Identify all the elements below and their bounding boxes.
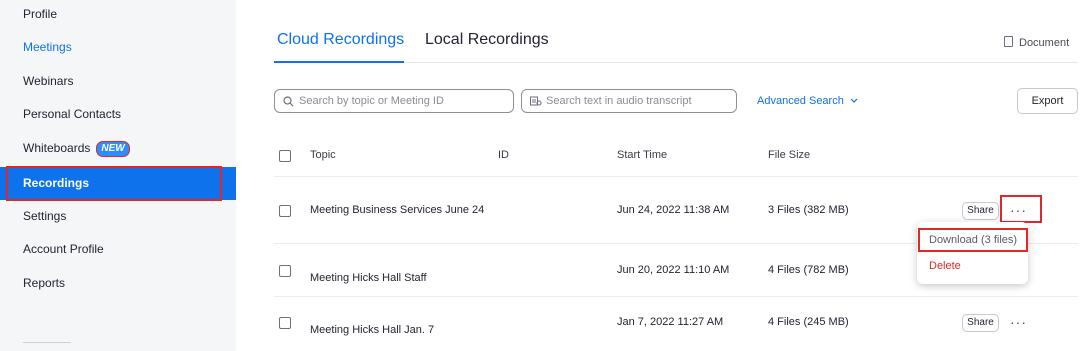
search-input[interactable]: Search by topic or Meeting ID <box>274 89 514 113</box>
recording-topic[interactable]: Meeting Hicks Hall Jan. 7 <box>310 322 434 338</box>
sidebar-item-label: Whiteboards <box>23 141 91 155</box>
recording-file-size[interactable]: 4 Files (245 MB) <box>768 314 849 330</box>
share-button[interactable]: Share <box>962 314 999 332</box>
tab-local-recordings[interactable]: Local Recordings <box>425 31 549 49</box>
share-button[interactable]: Share <box>962 202 999 220</box>
row-checkbox[interactable] <box>279 265 291 277</box>
delete-menu-item[interactable]: Delete <box>929 260 961 272</box>
sidebar-item-recordings[interactable]: Recordings <box>0 167 236 200</box>
advanced-search-link[interactable]: Advanced Search <box>757 95 858 107</box>
more-options-menu: Download (3 files) Delete <box>917 222 1028 284</box>
tab-cloud-recordings[interactable]: Cloud Recordings <box>277 31 404 49</box>
sidebar-item-profile[interactable]: Profile <box>0 0 236 31</box>
transcript-icon <box>530 96 542 106</box>
export-button[interactable]: Export <box>1017 88 1078 114</box>
sidebar-item-whiteboards[interactable]: Whiteboards NEW <box>0 132 236 165</box>
search-icon <box>283 96 294 107</box>
document-link[interactable]: Document <box>1004 36 1069 49</box>
document-label: Document <box>1019 37 1070 49</box>
download-menu-item[interactable]: Download (3 files) <box>929 234 1017 246</box>
more-options-icon[interactable]: ··· <box>1010 203 1027 217</box>
recording-start-time: Jan 7, 2022 11:27 AM <box>617 316 724 328</box>
sidebar-item-reports[interactable]: Reports <box>0 267 236 300</box>
row-divider <box>274 296 1078 297</box>
document-icon <box>1004 36 1013 47</box>
row-divider <box>274 176 1078 177</box>
recording-topic[interactable]: Meeting Business Services June 24 <box>310 202 485 218</box>
recording-file-size[interactable]: 4 Files (782 MB) <box>768 262 849 278</box>
sidebar-divider <box>23 342 71 343</box>
recording-file-size[interactable]: 3 Files (382 MB) <box>768 202 849 218</box>
sidebar-item-account-profile[interactable]: Account Profile <box>0 233 236 266</box>
sidebar-item-personal-contacts[interactable]: Personal Contacts <box>0 98 236 131</box>
transcript-placeholder: Search text in audio transcript <box>546 95 692 107</box>
column-header-start-time: Start Time <box>617 149 668 161</box>
recording-topic[interactable]: Meeting Hicks Hall Staff <box>310 270 427 286</box>
column-header-id: ID <box>498 149 509 161</box>
recording-start-time: Jun 20, 2022 11:10 AM <box>617 264 730 276</box>
active-tab-indicator <box>274 61 404 63</box>
search-placeholder: Search by topic or Meeting ID <box>299 95 444 107</box>
column-header-file-size: File Size <box>768 149 811 161</box>
row-checkbox[interactable] <box>279 317 291 329</box>
row-checkbox[interactable] <box>279 205 291 217</box>
advanced-search-label: Advanced Search <box>757 95 844 107</box>
new-badge: NEW <box>96 140 130 157</box>
select-all-checkbox[interactable] <box>279 150 291 162</box>
sidebar-item-meetings[interactable]: Meetings <box>0 31 236 64</box>
recording-start-time: Jun 24, 2022 11:38 AM <box>617 204 730 216</box>
transcript-search-input[interactable]: Search text in audio transcript <box>521 89 737 113</box>
sidebar: Profile Meetings Webinars Personal Conta… <box>0 0 236 351</box>
chevron-down-icon <box>850 98 858 103</box>
column-header-topic: Topic <box>310 149 336 161</box>
sidebar-item-webinars[interactable]: Webinars <box>0 65 236 98</box>
more-options-icon[interactable]: ··· <box>1010 315 1027 329</box>
sidebar-item-settings[interactable]: Settings <box>0 200 236 233</box>
